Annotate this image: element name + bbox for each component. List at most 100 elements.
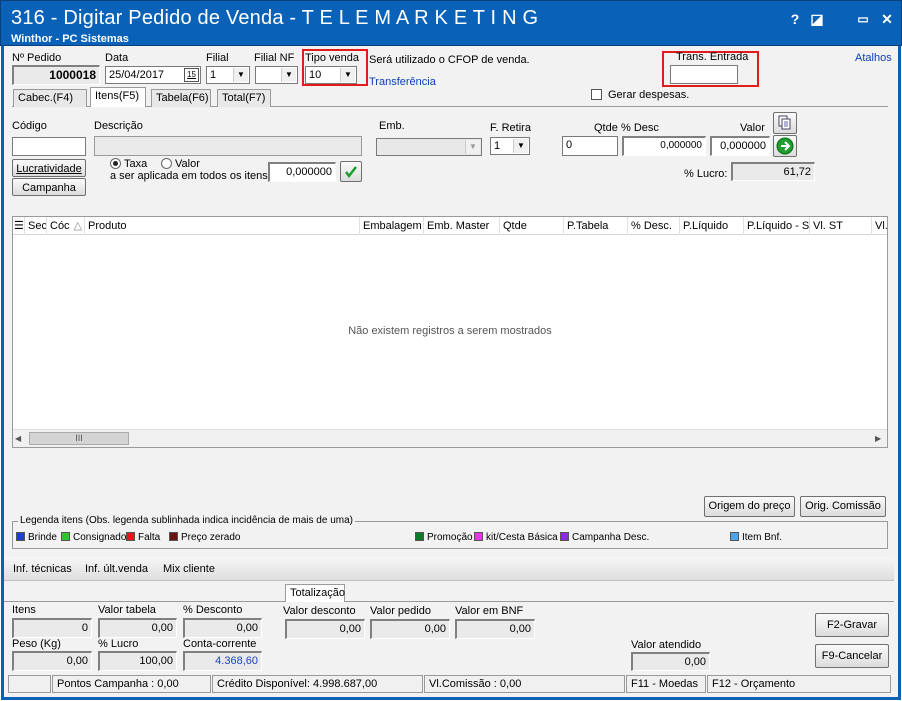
trans-entrada-label: Trans. Entrada (676, 51, 749, 63)
fretira-select[interactable]: 1 ▼ (490, 137, 530, 155)
col-vl[interactable]: Vl. (872, 217, 887, 235)
checkmark-icon[interactable] (340, 161, 362, 182)
minimize-icon[interactable]: ▭ (853, 9, 873, 29)
lucro-field: 61,72 (731, 162, 815, 181)
status-pontos: Pontos Campanha : 0,00 (52, 675, 211, 693)
col-cod[interactable]: Cóc △ (47, 217, 85, 235)
taxa-radio[interactable]: Taxa (110, 158, 147, 170)
campanha-label: Campanha (22, 182, 76, 194)
emb-select[interactable]: ▼ (376, 138, 482, 156)
filial-label: Filial (206, 52, 229, 64)
scroll-left-icon[interactable]: ◀ (15, 434, 21, 443)
legend-swatch (169, 532, 178, 541)
mix-cliente-link[interactable]: Mix cliente (163, 563, 215, 575)
gravar-button[interactable]: F2-Gravar (815, 613, 889, 637)
lucro-label: % Lucro: (684, 168, 728, 180)
legend-item-kit: kit/Cesta Básica (474, 532, 558, 543)
legend-swatch (474, 532, 483, 541)
chevron-down-icon: ▼ (340, 68, 355, 82)
data-label: Data (105, 52, 129, 64)
close-icon[interactable]: ✕ (877, 9, 897, 29)
aplicada-field[interactable]: 0,000000 (268, 162, 336, 182)
descricao-label: Descrição (94, 120, 143, 132)
aplicada-label: a ser aplicada em todos os itens: (110, 170, 271, 182)
desc-label: % Desc (621, 122, 659, 134)
arrow-right-icon[interactable] (773, 135, 797, 157)
status-comissao: Vl.Comissão : 0,00 (424, 675, 625, 693)
col-sec[interactable]: Sec (25, 217, 47, 235)
campanha-button[interactable]: Campanha (12, 178, 86, 196)
desc-field[interactable]: 0,000000 (622, 136, 706, 156)
descricao-field (94, 136, 362, 156)
filial-select[interactable]: 1 ▼ (206, 66, 250, 84)
qtde-field[interactable]: 0 (562, 136, 618, 156)
col-emb-master[interactable]: Emb. Master (424, 217, 500, 235)
valor-tabela-label: Valor tabela (98, 604, 156, 616)
trans-entrada-field[interactable] (670, 65, 738, 84)
codigo-field[interactable] (12, 137, 86, 156)
legend-swatch (560, 532, 569, 541)
transferencia-link[interactable]: Transferência (369, 76, 436, 88)
tab-cabec[interactable]: Cabec.(F4) (13, 89, 87, 107)
legend-item-consignado: Consignado (61, 532, 126, 543)
tipo-venda-select[interactable]: 10 ▼ (305, 66, 357, 84)
peso-label: Peso (Kg) (12, 638, 61, 650)
legend-label: Promoção (427, 532, 473, 543)
valor-desconto-label: Valor desconto (283, 605, 356, 617)
legend-title: Legenda itens (Obs. legenda sublinhada i… (18, 515, 355, 526)
col-embalagem[interactable]: Embalagem (360, 217, 424, 235)
lucratividade-button[interactable]: Lucratividade (12, 159, 86, 177)
col-qtde[interactable]: Qtde (500, 217, 564, 235)
col-produto[interactable]: Produto (85, 217, 360, 235)
valor-radio[interactable]: Valor (161, 158, 200, 170)
horizontal-scrollbar[interactable]: ◀ III ▶ (13, 429, 887, 447)
chevron-down-icon: ▼ (233, 68, 248, 82)
help-button[interactable]: ? (785, 9, 805, 29)
tab-itens[interactable]: Itens(F5) (90, 87, 146, 107)
grid-header: ☰ Sec Cóc △ Produto Embalagem Emb. Master… (13, 217, 887, 235)
inf-ult-venda-link[interactable]: Inf. últ.venda (85, 563, 148, 575)
desconto-field: 0,00 (183, 618, 262, 638)
status-orcamento[interactable]: F12 - Orçamento (707, 675, 891, 693)
status-blank (8, 675, 51, 693)
legend-swatch (61, 532, 70, 541)
scroll-right-icon[interactable]: ▶ (875, 434, 881, 443)
legend-item-preco-zerado: Preço zerado (169, 532, 240, 543)
valor-bnf-label: Valor em BNF (455, 605, 524, 617)
tab-tabela[interactable]: Tabela(F6) (151, 89, 211, 107)
tab-totalizacao[interactable]: Totalização (285, 584, 345, 602)
filial-nf-select[interactable]: ▼ (255, 66, 298, 84)
col-desc[interactable]: % Desc. (628, 217, 680, 235)
filial-nf-label: Filial NF (254, 52, 295, 64)
restore-icon[interactable]: ◪ (807, 9, 827, 29)
orig-comissao-button[interactable]: Orig. Comissão (800, 496, 886, 517)
sort-icon: △ (73, 220, 83, 232)
cancelar-button[interactable]: F9-Cancelar (815, 644, 889, 668)
valor-label: Valor (740, 122, 765, 134)
tab-total[interactable]: Total(F7) (217, 89, 271, 107)
title-bar: 316 - Digitar Pedido de Venda - T E L E … (0, 0, 902, 46)
origem-preco-button[interactable]: Origem do preço (704, 496, 795, 517)
atalhos-link[interactable]: Atalhos (855, 52, 892, 64)
radio-icon (161, 158, 172, 169)
col-vl-st[interactable]: Vl. ST (810, 217, 872, 235)
valor-radio-label: Valor (175, 158, 200, 170)
calendar-icon[interactable]: 15 (184, 68, 199, 82)
radio-selected-icon (110, 158, 121, 169)
col-pliquido[interactable]: P.Líquido (680, 217, 744, 235)
tipo-venda-value: 10 (309, 69, 322, 81)
grid-menu-icon[interactable]: ☰ (13, 217, 25, 235)
valor-atendido-label: Valor atendido (631, 639, 702, 651)
inf-tecnicas-link[interactable]: Inf. técnicas (13, 563, 72, 575)
col-ptabela[interactable]: P.Tabela (564, 217, 628, 235)
valor-field[interactable]: 0,000000 (710, 136, 770, 156)
scroll-thumb[interactable]: III (29, 432, 129, 445)
status-moedas[interactable]: F11 - Moedas (626, 675, 706, 693)
legend-label: Falta (138, 532, 161, 543)
copy-icon[interactable] (773, 112, 797, 134)
qtde-label: Qtde (594, 122, 618, 134)
valor-desconto-field: 0,00 (285, 619, 365, 639)
items-grid[interactable]: ☰ Sec Cóc △ Produto Embalagem Emb. Master… (12, 216, 888, 448)
gerar-despesas-checkbox[interactable] (591, 89, 602, 100)
col-pliquido-s[interactable]: P.Líquido - S (744, 217, 810, 235)
